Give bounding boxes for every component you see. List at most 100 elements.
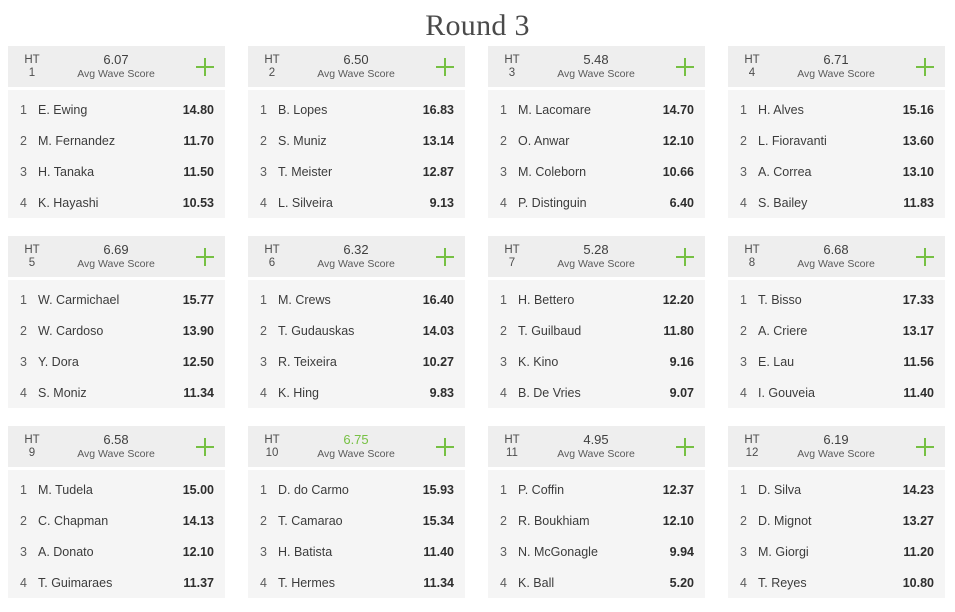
plus-icon[interactable]	[435, 437, 455, 457]
heat-card[interactable]: HT 9 6.58 Avg Wave Score 1 M. Tudela 15.…	[8, 426, 225, 598]
plus-icon[interactable]	[675, 437, 695, 457]
table-row[interactable]: 4 S. Bailey 11.83	[728, 187, 945, 218]
plus-icon[interactable]	[915, 57, 935, 77]
plus-icon[interactable]	[435, 247, 455, 267]
plus-icon[interactable]	[915, 437, 935, 457]
table-row[interactable]: 1 P. Coffin 12.37	[488, 474, 705, 505]
avg-wave-score-value: 6.58	[103, 431, 129, 447]
plus-icon[interactable]	[675, 57, 695, 77]
table-row[interactable]: 3 N. McGonagle 9.94	[488, 536, 705, 567]
heat-header[interactable]: HT 10 6.75 Avg Wave Score	[248, 426, 465, 467]
table-row[interactable]: 2 S. Muniz 13.14	[248, 125, 465, 156]
table-row[interactable]: 1 W. Carmichael 15.77	[8, 284, 225, 315]
heat-header[interactable]: HT 8 6.68 Avg Wave Score	[728, 236, 945, 277]
table-row[interactable]: 3 T. Meister 12.87	[248, 156, 465, 187]
heat-card[interactable]: HT 1 6.07 Avg Wave Score 1 E. Ewing 14.8…	[8, 46, 225, 218]
table-row[interactable]: 1 T. Bisso 17.33	[728, 284, 945, 315]
table-row[interactable]: 4 T. Hermes 11.34	[248, 567, 465, 598]
table-row[interactable]: 3 H. Batista 11.40	[248, 536, 465, 567]
table-row[interactable]: 3 E. Lau 11.56	[728, 346, 945, 377]
heat-card[interactable]: HT 11 4.95 Avg Wave Score 1 P. Coffin 12…	[488, 426, 705, 598]
table-row[interactable]: 1 D. Silva 14.23	[728, 474, 945, 505]
heat-header[interactable]: HT 6 6.32 Avg Wave Score	[248, 236, 465, 277]
athlete-rank: 3	[740, 164, 747, 179]
heat-card[interactable]: HT 12 6.19 Avg Wave Score 1 D. Silva 14.…	[728, 426, 945, 598]
table-row[interactable]: 2 W. Cardoso 13.90	[8, 315, 225, 346]
table-row[interactable]: 4 P. Distinguin 6.40	[488, 187, 705, 218]
table-row[interactable]: 4 K. Hayashi 10.53	[8, 187, 225, 218]
heat-header[interactable]: HT 11 4.95 Avg Wave Score	[488, 426, 705, 467]
heat-card[interactable]: HT 10 6.75 Avg Wave Score 1 D. do Carmo …	[248, 426, 465, 598]
table-row[interactable]: 1 D. do Carmo 15.93	[248, 474, 465, 505]
table-row[interactable]: 2 A. Criere 13.17	[728, 315, 945, 346]
table-row[interactable]: 3 K. Kino 9.16	[488, 346, 705, 377]
plus-icon[interactable]	[195, 57, 215, 77]
athlete-rank: 3	[20, 544, 27, 559]
table-row[interactable]: 4 S. Moniz 11.34	[8, 377, 225, 408]
table-row[interactable]: 2 T. Camarao 15.34	[248, 505, 465, 536]
heat-header[interactable]: HT 9 6.58 Avg Wave Score	[8, 426, 225, 467]
table-row[interactable]: 3 A. Correa 13.10	[728, 156, 945, 187]
table-row[interactable]: 4 K. Ball 5.20	[488, 567, 705, 598]
heat-header[interactable]: HT 4 6.71 Avg Wave Score	[728, 46, 945, 87]
plus-icon[interactable]	[675, 247, 695, 267]
table-row[interactable]: 2 M. Fernandez 11.70	[8, 125, 225, 156]
table-row[interactable]: 4 I. Gouveia 11.40	[728, 377, 945, 408]
athlete-score: 11.50	[183, 164, 214, 179]
table-row[interactable]: 2 C. Chapman 14.13	[8, 505, 225, 536]
table-row[interactable]: 2 T. Gudauskas 14.03	[248, 315, 465, 346]
table-row[interactable]: 4 L. Silveira 9.13	[248, 187, 465, 218]
plus-icon[interactable]	[195, 247, 215, 267]
table-row[interactable]: 2 D. Mignot 13.27	[728, 505, 945, 536]
heat-header[interactable]: HT 7 5.28 Avg Wave Score	[488, 236, 705, 277]
table-row[interactable]: 3 M. Giorgi 11.20	[728, 536, 945, 567]
athlete-rank: 4	[740, 575, 747, 590]
table-row[interactable]: 3 A. Donato 12.10	[8, 536, 225, 567]
table-row[interactable]: 4 B. De Vries 9.07	[488, 377, 705, 408]
athlete-name: D. Silva	[758, 482, 802, 497]
table-row[interactable]: 2 T. Guilbaud 11.80	[488, 315, 705, 346]
heat-number: 3	[508, 66, 516, 79]
athlete-rank: 1	[20, 102, 27, 117]
heat-card[interactable]: HT 6 6.32 Avg Wave Score 1 M. Crews 16.4…	[248, 236, 465, 408]
table-row[interactable]: 4 T. Guimaraes 11.37	[8, 567, 225, 598]
table-row[interactable]: 2 L. Fioravanti 13.60	[728, 125, 945, 156]
avg-wave-score-block: 6.07 Avg Wave Score	[39, 52, 193, 81]
table-row[interactable]: 1 H. Bettero 12.20	[488, 284, 705, 315]
table-row[interactable]: 1 H. Alves 15.16	[728, 94, 945, 125]
table-row[interactable]: 1 E. Ewing 14.80	[8, 94, 225, 125]
table-row[interactable]: 3 H. Tanaka 11.50	[8, 156, 225, 187]
table-row[interactable]: 2 O. Anwar 12.10	[488, 125, 705, 156]
table-row[interactable]: 3 M. Coleborn 10.66	[488, 156, 705, 187]
table-row[interactable]: 1 M. Tudela 15.00	[8, 474, 225, 505]
heat-header[interactable]: HT 5 6.69 Avg Wave Score	[8, 236, 225, 277]
avg-wave-score-value: 6.68	[823, 241, 849, 257]
table-row[interactable]: 3 Y. Dora 12.50	[8, 346, 225, 377]
table-row[interactable]: 3 R. Teixeira 10.27	[248, 346, 465, 377]
table-row[interactable]: 1 M. Lacomare 14.70	[488, 94, 705, 125]
table-row[interactable]: 2 R. Boukhiam 12.10	[488, 505, 705, 536]
plus-icon[interactable]	[195, 437, 215, 457]
heat-card[interactable]: HT 2 6.50 Avg Wave Score 1 B. Lopes 16.8…	[248, 46, 465, 218]
table-row[interactable]: 1 M. Crews 16.40	[248, 284, 465, 315]
table-row[interactable]: 1 B. Lopes 16.83	[248, 94, 465, 125]
heat-athlete-list: 1 M. Crews 16.40 2 T. Gudauskas 14.03 3 …	[248, 280, 465, 408]
athlete-score: 13.27	[902, 513, 934, 528]
athlete-name: T. Gudauskas	[278, 323, 355, 338]
athlete-score: 11.40	[423, 544, 454, 559]
heat-card[interactable]: HT 8 6.68 Avg Wave Score 1 T. Bisso 17.3…	[728, 236, 945, 408]
table-row[interactable]: 4 T. Reyes 10.80	[728, 567, 945, 598]
table-row[interactable]: 4 K. Hing 9.83	[248, 377, 465, 408]
heat-header[interactable]: HT 2 6.50 Avg Wave Score	[248, 46, 465, 87]
avg-wave-score-value: 6.69	[103, 241, 129, 257]
heat-card[interactable]: HT 3 5.48 Avg Wave Score 1 M. Lacomare 1…	[488, 46, 705, 218]
heat-card[interactable]: HT 5 6.69 Avg Wave Score 1 W. Carmichael…	[8, 236, 225, 408]
heat-card[interactable]: HT 4 6.71 Avg Wave Score 1 H. Alves 15.1…	[728, 46, 945, 218]
heat-card[interactable]: HT 7 5.28 Avg Wave Score 1 H. Bettero 12…	[488, 236, 705, 408]
heat-header[interactable]: HT 1 6.07 Avg Wave Score	[8, 46, 225, 87]
plus-icon[interactable]	[435, 57, 455, 77]
heat-header[interactable]: HT 3 5.48 Avg Wave Score	[488, 46, 705, 87]
plus-icon[interactable]	[915, 247, 935, 267]
heat-athlete-list: 1 M. Tudela 15.00 2 C. Chapman 14.13 3 A…	[8, 470, 225, 598]
heat-header[interactable]: HT 12 6.19 Avg Wave Score	[728, 426, 945, 467]
